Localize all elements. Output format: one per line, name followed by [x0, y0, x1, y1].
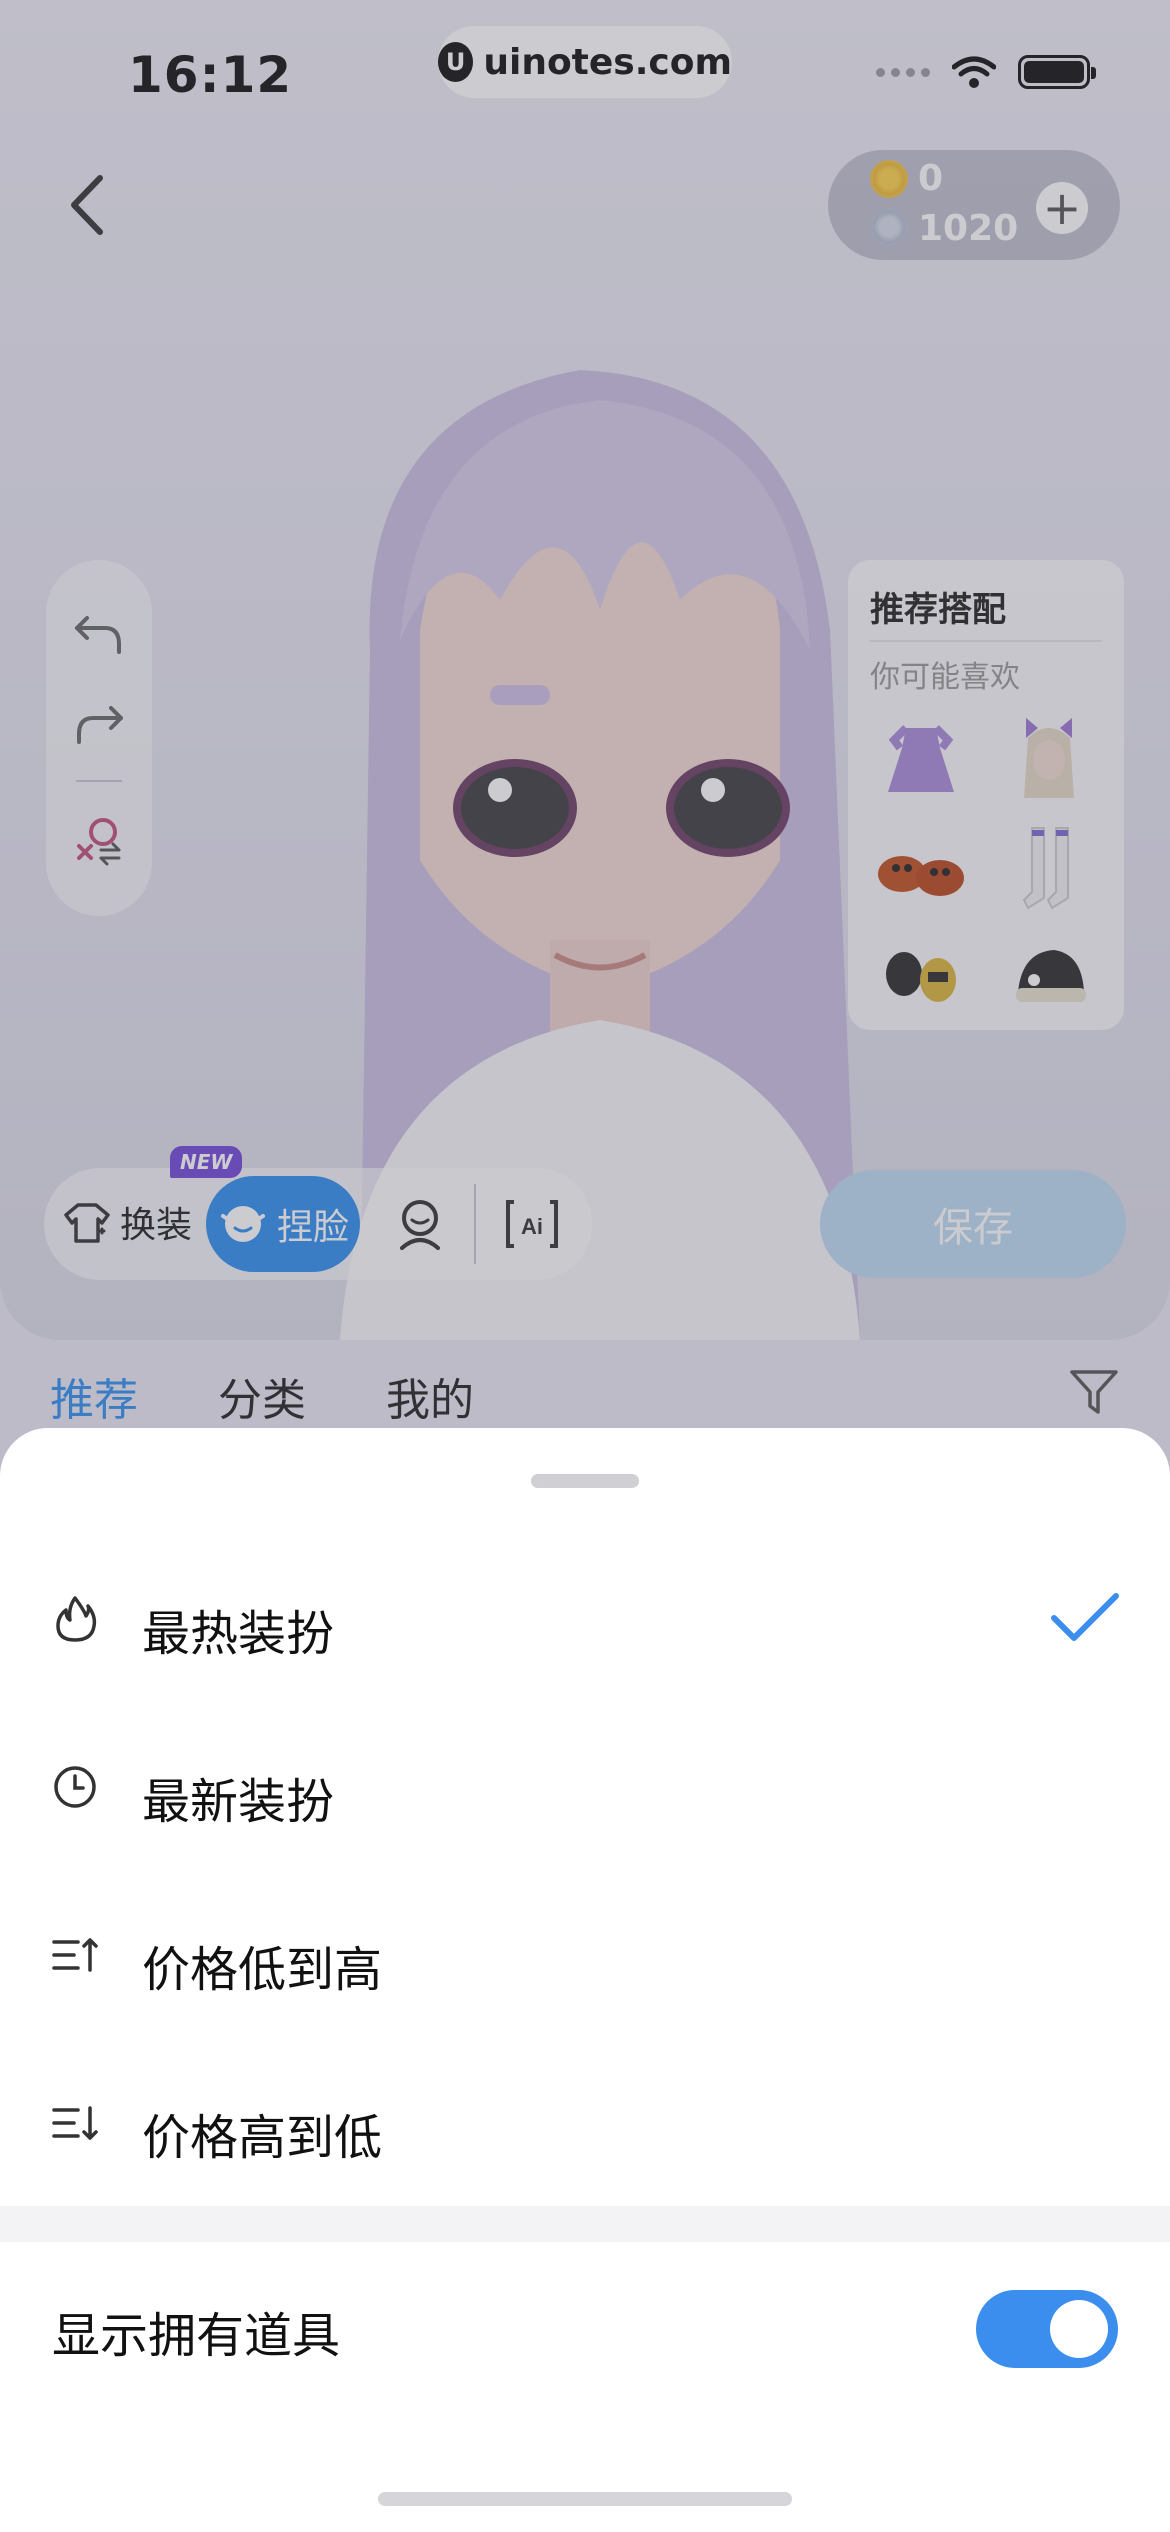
show-owned-items-toggle[interactable]: [976, 2290, 1118, 2368]
clock-icon: [54, 1766, 96, 1808]
toggle-knob: [1050, 2300, 1108, 2358]
show-owned-items-row: 显示拥有道具: [0, 2242, 1170, 2412]
sort-option-label: 最热装扮: [142, 1606, 335, 1662]
screen: 16:12 U uinotes.com 0 1020 + 推荐搭配 你可能喜欢 …: [0, 0, 1170, 2532]
sheet-section-divider: [0, 2206, 1170, 2242]
sort-ascending-icon: [52, 1938, 98, 1972]
sort-bottom-sheet: 最热装扮 最新装扮 价格低到高 价格高到低 显示拥有道具: [0, 1428, 1170, 2532]
sort-option-hottest[interactable]: 最热装扮: [0, 1538, 1170, 1706]
sort-descending-icon: [52, 2106, 98, 2140]
sort-option-label: 价格高到低: [142, 2110, 383, 2166]
sort-option-price-asc[interactable]: 价格低到高: [0, 1874, 1170, 2042]
home-indicator[interactable]: [378, 2492, 792, 2506]
sheet-drag-handle[interactable]: [531, 1474, 639, 1488]
flame-icon: [56, 1596, 97, 1642]
sort-option-label: 最新装扮: [142, 1774, 335, 1830]
show-owned-items-label: 显示拥有道具: [52, 2308, 341, 2364]
sort-option-label: 价格低到高: [142, 1942, 383, 1998]
sort-option-price-desc[interactable]: 价格高到低: [0, 2042, 1170, 2210]
selected-check-icon: [1051, 1593, 1119, 1641]
sort-option-newest[interactable]: 最新装扮: [0, 1706, 1170, 1874]
